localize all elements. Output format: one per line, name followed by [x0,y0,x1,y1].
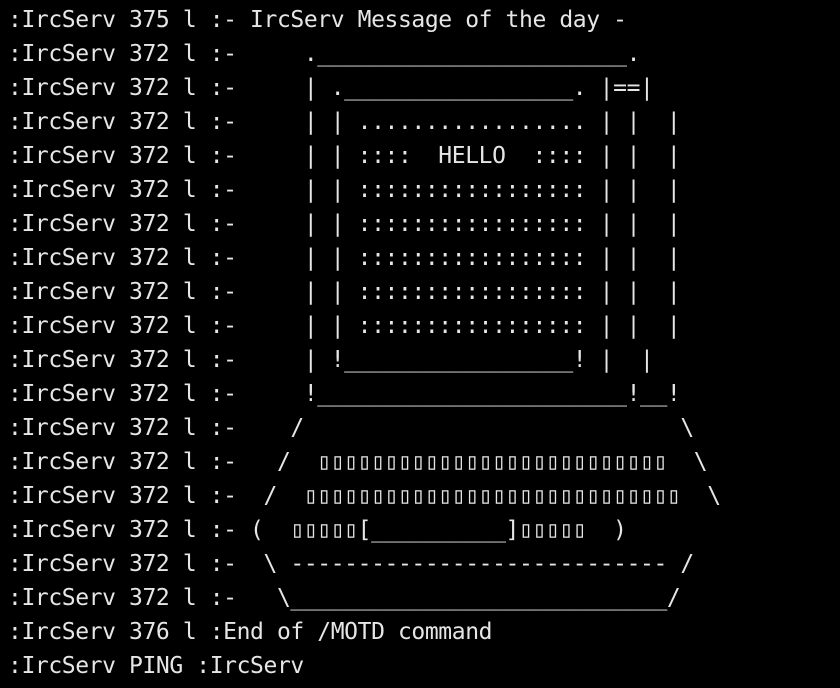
motd-line: :IrcServ 372 l :- | | ::::::::::::::::: … [8,177,681,203]
motd-line: :IrcServ 372 l :- \_____________________… [8,585,681,611]
motd-start-line: :IrcServ 375 l :- IrcServ Message of the… [8,7,627,33]
motd-line: :IrcServ 372 l :- | ._________________. … [8,75,654,101]
terminal-cursor[interactable] [8,683,721,688]
motd-line: :IrcServ 372 l :- / \ [8,415,694,441]
motd-line: :IrcServ 372 l :- | !_________________! … [8,347,654,373]
motd-line: :IrcServ 372 l :- \ --------------------… [8,551,694,577]
motd-line: :IrcServ 372 l :- / ▯▯▯▯▯▯▯▯▯▯▯▯▯▯▯▯▯▯▯▯… [8,449,708,475]
motd-line: :IrcServ 372 l :- | | ::::::::::::::::: … [8,245,681,271]
motd-line: :IrcServ 372 l :- | | ::::::::::::::::: … [8,313,681,339]
motd-line: :IrcServ 372 l :- | | ................. … [8,109,681,135]
motd-line: :IrcServ 372 l :- / ▯▯▯▯▯▯▯▯▯▯▯▯▯▯▯▯▯▯▯▯… [8,483,721,509]
motd-line: :IrcServ 372 l :- | | ::::::::::::::::: … [8,211,681,237]
terminal-window[interactable]: :IrcServ 375 l :- IrcServ Message of the… [0,0,840,688]
motd-line: :IrcServ 372 l :- ( ▯▯▯▯▯[__________]▯▯▯… [8,517,627,543]
ping-line: :IrcServ PING :IrcServ [8,653,304,679]
motd-line: :IrcServ 372 l :- !_____________________… [8,381,681,407]
motd-line: :IrcServ 372 l :- ._____________________… [8,41,641,67]
motd-end-line: :IrcServ 376 l :End of /MOTD command [8,619,493,645]
terminal-output: :IrcServ 375 l :- IrcServ Message of the… [8,3,721,688]
motd-line: :IrcServ 372 l :- | | :::: HELLO :::: | … [8,143,681,169]
motd-line: :IrcServ 372 l :- | | ::::::::::::::::: … [8,279,681,305]
